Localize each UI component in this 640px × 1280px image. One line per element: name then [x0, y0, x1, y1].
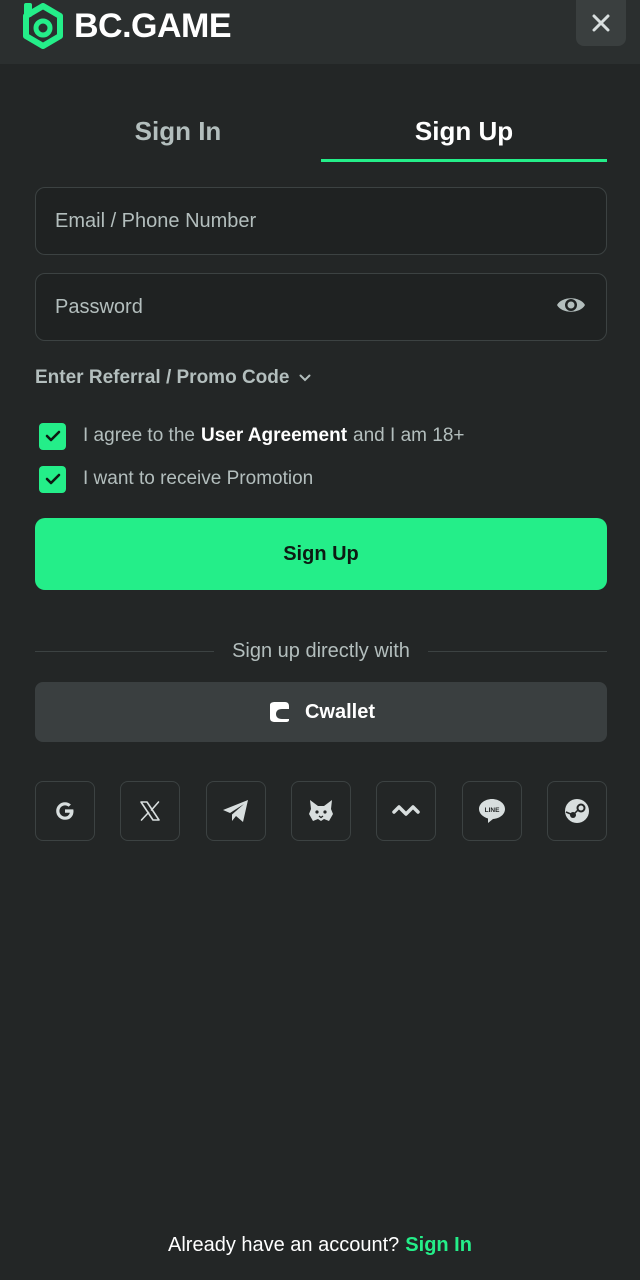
chevron-down-icon [299, 374, 311, 382]
cwallet-label: Cwallet [304, 700, 376, 723]
cwallet-icon [269, 702, 289, 722]
steam-login-button[interactable] [546, 781, 607, 841]
header: BC.GAME [0, 0, 640, 64]
agree-prefix: I agree to the [83, 425, 195, 446]
divider-label: Sign up directly with [232, 639, 410, 662]
cwallet-button[interactable]: Cwallet [35, 682, 607, 742]
divider-line [35, 650, 215, 652]
walletconnect-icon [392, 805, 421, 816]
line-login-button[interactable]: LINE [461, 781, 522, 841]
bc-logo-icon [23, 3, 63, 49]
steam-icon [564, 799, 589, 823]
walletconnect-login-button[interactable] [376, 781, 437, 841]
agree-suffix: and I am 18+ [353, 425, 465, 446]
password-input[interactable] [55, 295, 535, 319]
tab-sign-in[interactable]: Sign In [35, 100, 321, 162]
brand-logo[interactable]: BC.GAME [22, 2, 232, 50]
user-agreement-link[interactable]: User Agreement [201, 425, 347, 447]
metamask-icon [308, 800, 333, 821]
email-input[interactable] [55, 209, 535, 233]
check-icon [45, 430, 60, 442]
google-login-button[interactable] [35, 781, 95, 841]
social-divider: Sign up directly with [35, 636, 607, 666]
x-icon [140, 801, 161, 821]
footer-sign-in-link[interactable]: Sign In [405, 1234, 472, 1256]
check-icon [45, 473, 60, 485]
tab-sign-up[interactable]: Sign Up [321, 100, 607, 162]
footer-prompt: Already have an account? [168, 1234, 400, 1256]
agree-row: I agree to the User Agreement and I am 1… [39, 422, 465, 450]
footer: Already have an account? Sign In [0, 1234, 640, 1257]
agree-checkbox[interactable] [39, 422, 66, 450]
x-login-button[interactable] [120, 781, 181, 841]
promotion-label: I want to receive Promotion [83, 468, 314, 489]
auth-tabs: Sign In Sign Up [35, 100, 607, 162]
google-icon [56, 802, 74, 820]
close-button[interactable] [576, 0, 626, 46]
divider-line [427, 650, 607, 652]
promo-code-label: Enter Referral / Promo Code [35, 367, 290, 388]
telegram-login-button[interactable] [205, 781, 266, 841]
close-icon [592, 14, 610, 32]
eye-icon[interactable] [556, 294, 586, 316]
telegram-icon [222, 800, 248, 822]
promotion-row: I want to receive Promotion [39, 465, 314, 493]
password-field-container [35, 273, 607, 341]
promotion-checkbox[interactable] [39, 465, 66, 493]
sign-up-button[interactable]: Sign Up [35, 518, 607, 590]
promo-code-toggle[interactable]: Enter Referral / Promo Code [35, 364, 311, 392]
line-icon-text: LINE [484, 807, 499, 814]
metamask-login-button[interactable] [290, 781, 351, 841]
line-icon: LINE [478, 799, 505, 823]
email-field-container [35, 187, 607, 255]
brand-name: BC.GAME [74, 6, 232, 45]
social-login-list: LINE [35, 781, 607, 841]
